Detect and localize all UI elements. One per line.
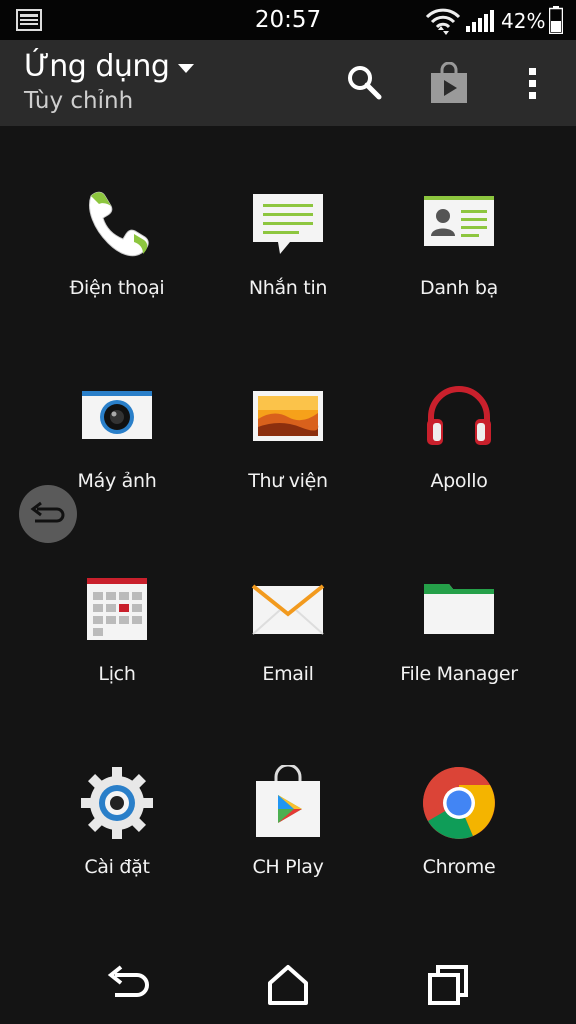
wifi-icon — [425, 8, 461, 35]
app-apollo[interactable]: Apollo — [374, 343, 544, 536]
app-contacts[interactable]: Danh bạ — [374, 150, 544, 343]
app-label: Cài đặt — [84, 856, 150, 878]
app-settings[interactable]: Cài đặt — [32, 729, 202, 922]
settings-icon — [81, 767, 153, 839]
home-icon[interactable] — [264, 963, 312, 1007]
navigation-bar — [0, 945, 576, 1024]
play-store-bag-icon — [256, 765, 320, 837]
app-label: Lịch — [98, 663, 136, 685]
contacts-icon — [424, 196, 494, 246]
app-gallery[interactable]: Thư viện — [203, 343, 373, 536]
headphones-icon — [427, 386, 491, 445]
app-messages[interactable]: Nhắn tin — [203, 150, 373, 343]
app-label: Chrome — [422, 856, 496, 878]
chrome-icon — [423, 767, 495, 839]
signal-icon — [466, 10, 494, 32]
play-store-icon[interactable] — [429, 62, 469, 104]
recents-icon[interactable] — [424, 963, 472, 1007]
gallery-icon — [253, 391, 323, 441]
app-label: CH Play — [252, 856, 324, 878]
view-selector[interactable]: Ứng dụng — [24, 49, 195, 84]
email-icon — [251, 584, 325, 635]
app-label: File Manager — [400, 663, 518, 685]
app-label: Danh bạ — [419, 277, 498, 299]
page-title: Ứng dụng — [24, 49, 170, 84]
floating-back-button[interactable] — [19, 485, 77, 543]
camera-icon — [82, 391, 152, 439]
app-file-manager[interactable]: File Manager — [374, 536, 544, 729]
app-calendar[interactable]: Lịch — [32, 536, 202, 729]
app-drawer-header: Ứng dụng Tùy chỉnh — [0, 40, 576, 126]
app-grid: Điện thoại Nhắn tin Danh bạ Máy ảnh Thư … — [32, 150, 544, 910]
calendar-icon — [87, 578, 147, 640]
app-chrome[interactable]: Chrome — [374, 729, 544, 922]
app-label: Nhắn tin — [248, 277, 328, 299]
app-label: Máy ảnh — [77, 470, 157, 492]
app-phone[interactable]: Điện thoại — [32, 150, 202, 343]
return-icon — [30, 501, 65, 523]
app-play-store[interactable]: CH Play — [203, 729, 373, 922]
back-icon[interactable] — [105, 963, 153, 1007]
app-label: Thư viện — [248, 470, 328, 492]
chevron-down-icon — [178, 64, 195, 73]
app-label: Điện thoại — [69, 277, 165, 299]
battery-percent: 42% — [501, 9, 546, 33]
search-icon[interactable] — [346, 64, 382, 100]
overflow-menu-icon[interactable] — [528, 67, 538, 101]
status-bar: 20:57 42% — [0, 0, 576, 40]
app-email[interactable]: Email — [203, 536, 373, 729]
app-label: Apollo — [430, 470, 488, 492]
phone-icon — [89, 191, 149, 257]
page-subtitle: Tùy chỉnh — [24, 88, 134, 114]
app-label: Email — [262, 663, 314, 685]
folder-icon — [424, 584, 494, 634]
messages-icon — [253, 194, 323, 254]
battery-icon — [549, 6, 563, 34]
